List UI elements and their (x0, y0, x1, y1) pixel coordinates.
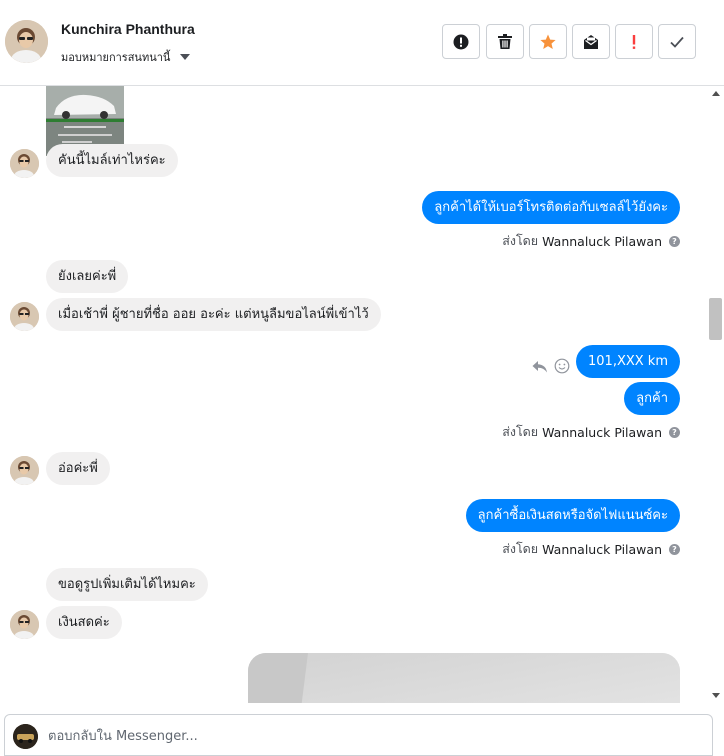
caret-down-icon (180, 54, 191, 60)
sender-name[interactable]: Wannaluck Pilawan (542, 542, 662, 557)
sender-name[interactable]: Wannaluck Pilawan (542, 234, 662, 249)
delete-button[interactable] (486, 24, 524, 59)
assign-label: มอบหมายการสนทนานี้ (61, 51, 171, 64)
outgoing-message[interactable]: 101,XXX km (576, 345, 680, 378)
important-button[interactable] (615, 24, 653, 59)
sender-name[interactable]: Wannaluck Pilawan (542, 425, 662, 440)
sent-by-prefix: ส่งโดย (502, 424, 539, 439)
exclamation-icon (632, 34, 636, 49)
sent-by-label: ส่งโดย Wannaluck Pilawan ? (502, 539, 680, 559)
thread-scrollbar[interactable] (708, 86, 724, 703)
envelope-icon (584, 34, 598, 49)
info-icon[interactable]: ? (669, 426, 680, 438)
sent-by-label: ส่งโดย Wannaluck Pilawan ? (502, 231, 680, 251)
mark-unread-button[interactable] (572, 24, 610, 59)
scrollbar-thumb[interactable] (709, 298, 722, 340)
sent-by-prefix: ส่งโดย (502, 233, 539, 248)
outgoing-message[interactable]: ลูกค้าซื้อเงินสดหรือจัดไฟแนนซ์คะ (465, 499, 680, 532)
emoji-react-icon[interactable] (554, 358, 570, 378)
scroll-up-arrow-icon[interactable] (712, 91, 720, 96)
reply-icon[interactable] (532, 359, 548, 378)
sent-by-label: ส่งโดย Wannaluck Pilawan ? (502, 422, 680, 442)
mark-spam-button[interactable] (442, 24, 480, 59)
star-icon (540, 34, 556, 49)
outgoing-message[interactable]: ลูกค้าได้ให้เบอร์โทรติดต่อกับเซลล์ไว้ยัง… (422, 191, 680, 224)
page-avatar (13, 724, 38, 749)
incoming-message[interactable]: คันนี้ไมล์เท่าไหร่คะ (46, 144, 178, 177)
incoming-message[interactable]: เงินสดค่ะ (46, 606, 122, 639)
incoming-message[interactable]: อ่อค่ะพี่ (46, 452, 110, 485)
incoming-message[interactable]: เมื่อเช้าพี่ ผู้ชายที่ชื่อ ออย อะค่ะ แต่… (46, 298, 381, 331)
message-thread[interactable]: คันนี้ไมล์เท่าไหร่คะ ลูกค้าได้ให้เบอร์โท… (0, 86, 708, 703)
outgoing-message[interactable]: ลูกค้า (624, 382, 680, 415)
incoming-message[interactable]: ขอดูรูปเพิ่มเติมได้ไหมคะ (46, 568, 208, 601)
alert-circle-icon (453, 34, 469, 49)
contact-name[interactable]: Kunchira Phanthura (61, 21, 195, 37)
contact-avatar-small[interactable] (10, 149, 39, 178)
assign-conversation-dropdown[interactable]: มอบหมายการสนทนานี้ (61, 48, 191, 66)
info-icon[interactable]: ? (669, 235, 680, 247)
reply-input[interactable] (48, 725, 648, 747)
check-icon (670, 36, 684, 48)
reply-composer (4, 714, 713, 756)
mark-done-button[interactable] (658, 24, 696, 59)
conversation-header: Kunchira Phanthura มอบหมายการสนทนานี้ (0, 0, 724, 86)
contact-avatar-small[interactable] (10, 456, 39, 485)
incoming-message[interactable]: ยังเลยค่ะพี่ (46, 260, 129, 293)
contact-avatar-small[interactable] (10, 610, 39, 639)
trash-icon (498, 34, 512, 49)
shared-photo[interactable] (248, 653, 680, 703)
contact-avatar-small[interactable] (10, 302, 39, 331)
star-button[interactable] (529, 24, 567, 59)
sent-by-prefix: ส่งโดย (502, 541, 539, 556)
info-icon[interactable]: ? (669, 543, 680, 555)
scroll-down-arrow-icon[interactable] (712, 693, 720, 698)
contact-avatar[interactable] (5, 20, 48, 63)
